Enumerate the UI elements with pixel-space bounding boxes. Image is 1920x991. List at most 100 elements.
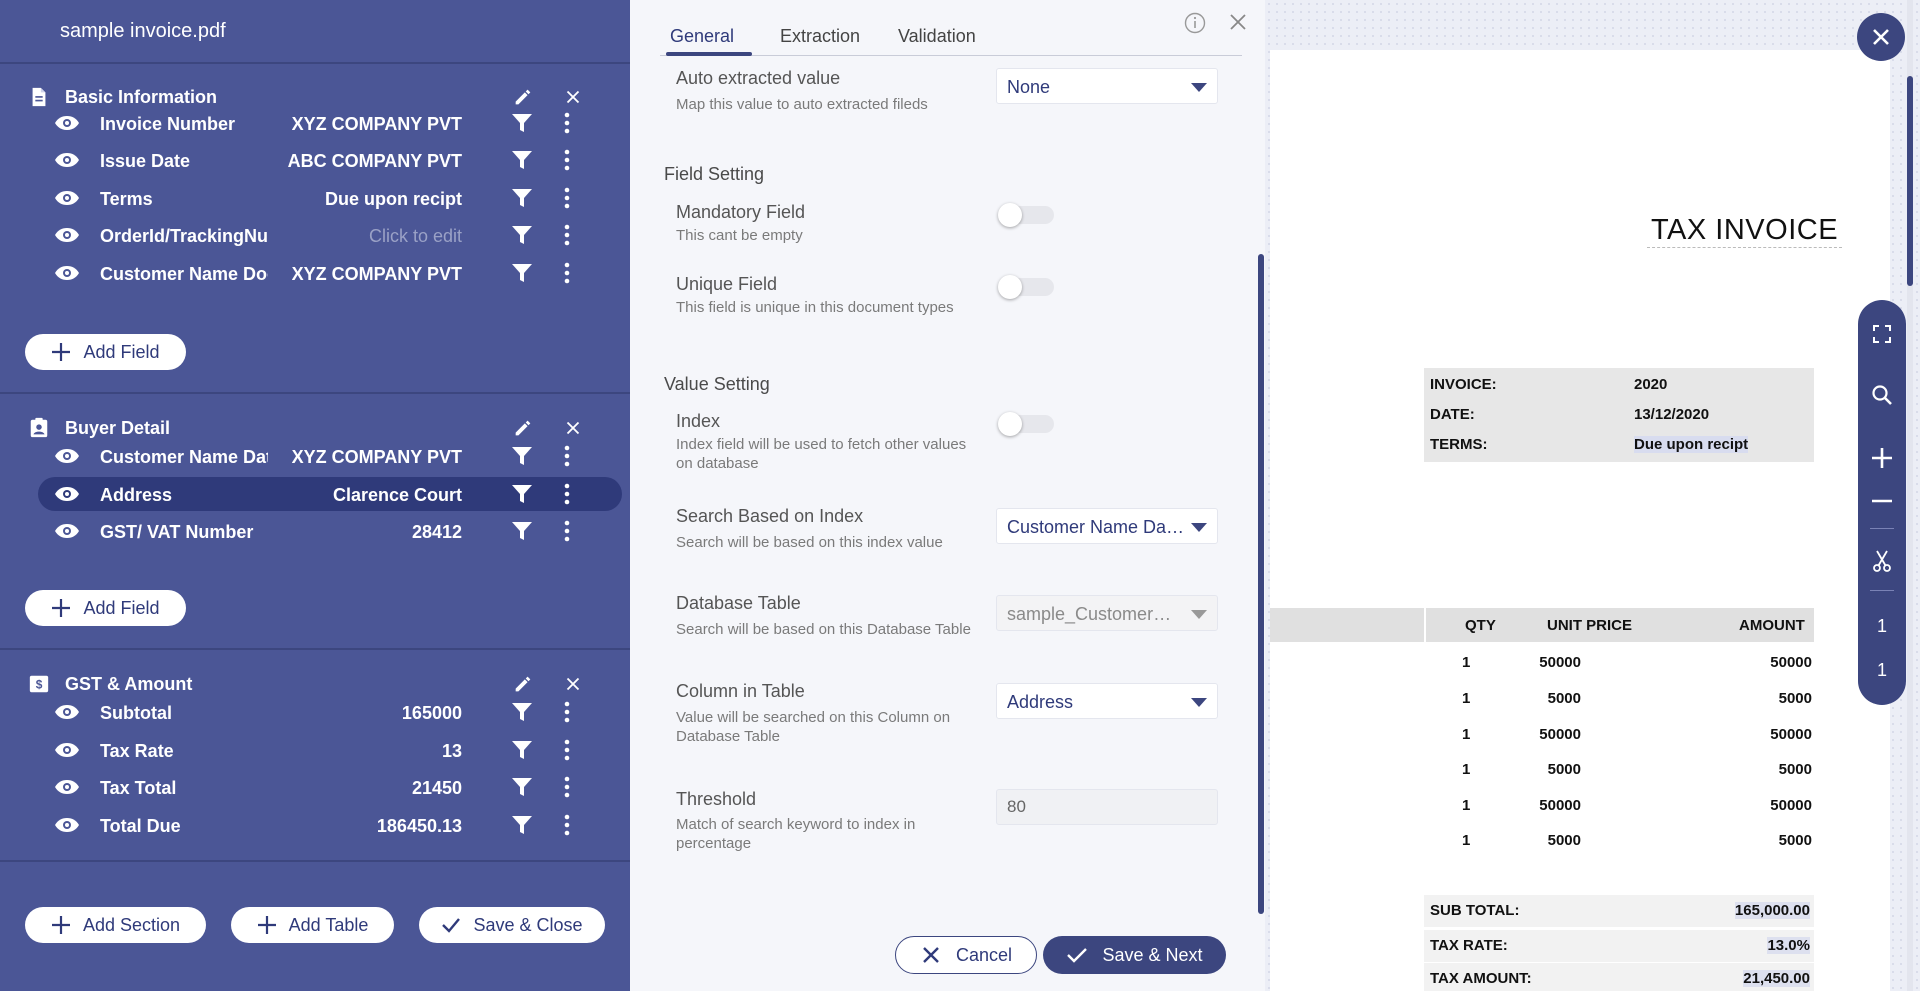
eye-icon[interactable] <box>54 816 80 834</box>
more-options-icon[interactable] <box>562 520 572 542</box>
unique-field-toggle[interactable] <box>998 275 1054 299</box>
page-current[interactable]: 1 <box>1858 611 1906 641</box>
field-row-total-due[interactable]: Total Due 186450.13 <box>38 808 622 842</box>
unit-price-cell[interactable]: 5000 <box>1548 761 1581 778</box>
meta-value[interactable]: 13/12/2020 <box>1634 406 1709 423</box>
more-options-icon[interactable] <box>562 814 572 836</box>
eye-icon[interactable] <box>54 226 80 244</box>
eye-icon[interactable] <box>54 447 80 465</box>
tab-general[interactable]: General <box>670 26 734 47</box>
filter-icon[interactable] <box>512 485 532 503</box>
close-icon[interactable] <box>562 673 584 695</box>
mandatory-field-toggle[interactable] <box>998 203 1054 227</box>
more-options-icon[interactable] <box>562 262 572 284</box>
unit-price-cell[interactable]: 5000 <box>1548 832 1581 849</box>
filter-icon[interactable] <box>512 447 532 465</box>
field-value[interactable]: 21450 <box>412 778 462 799</box>
eye-icon[interactable] <box>54 114 80 132</box>
add-table-button[interactable]: Add Table <box>231 907 394 943</box>
edit-icon[interactable] <box>512 86 534 108</box>
eye-icon[interactable] <box>54 778 80 796</box>
field-value[interactable]: Due upon recipt <box>325 189 462 210</box>
total-value[interactable]: 165,000.00 <box>1734 902 1810 919</box>
field-row-address[interactable]: Address Clarence Court <box>38 477 622 511</box>
qty-cell[interactable]: 1 <box>1462 832 1470 849</box>
field-row-order-id[interactable]: OrderId/TrackingNumber Click to edit <box>38 218 622 252</box>
more-options-icon[interactable] <box>562 483 572 505</box>
qty-cell[interactable]: 1 <box>1462 726 1470 743</box>
field-value[interactable]: 186450.13 <box>377 816 462 837</box>
amount-cell[interactable]: 5000 <box>1779 761 1812 778</box>
close-viewer-button[interactable] <box>1857 13 1905 61</box>
field-row-issue-date[interactable]: Issue Date ABC COMPANY PVT <box>38 143 622 177</box>
tab-validation[interactable]: Validation <box>898 26 976 47</box>
field-value[interactable]: XYZ COMPANY PVT <box>292 114 462 135</box>
field-row-customer-name-document[interactable]: Customer Name Document XYZ COMPANY PVT <box>38 256 622 290</box>
total-value[interactable]: 21,450.00 <box>1743 970 1810 987</box>
filter-icon[interactable] <box>512 703 532 721</box>
unit-price-cell[interactable]: 5000 <box>1548 690 1581 707</box>
search-button[interactable] <box>1858 380 1906 410</box>
eye-icon[interactable] <box>54 522 80 540</box>
field-value[interactable]: XYZ COMPANY PVT <box>292 264 462 285</box>
filter-icon[interactable] <box>512 264 532 282</box>
filter-icon[interactable] <box>512 226 532 244</box>
more-options-icon[interactable] <box>562 739 572 761</box>
amount-cell[interactable]: 50000 <box>1770 726 1812 743</box>
field-row-tax-total[interactable]: Tax Total 21450 <box>38 770 622 804</box>
eye-icon[interactable] <box>54 741 80 759</box>
add-field-button[interactable]: Add Field <box>25 334 186 370</box>
more-options-icon[interactable] <box>562 149 572 171</box>
viewer-scrollbar[interactable] <box>1907 0 1913 991</box>
filter-icon[interactable] <box>512 816 532 834</box>
filter-icon[interactable] <box>512 151 532 169</box>
field-value[interactable]: 28412 <box>412 522 462 543</box>
unit-price-cell[interactable]: 50000 <box>1539 654 1581 671</box>
field-value[interactable]: XYZ COMPANY PVT <box>292 447 462 468</box>
filter-icon[interactable] <box>512 522 532 540</box>
field-row-tax-rate[interactable]: Tax Rate 13 <box>38 733 622 767</box>
threshold-input[interactable] <box>996 789 1218 825</box>
unit-price-cell[interactable]: 50000 <box>1539 797 1581 814</box>
field-value[interactable]: Clarence Court <box>333 485 462 506</box>
field-row-invoice-number[interactable]: Invoice Number XYZ COMPANY PVT <box>38 106 622 140</box>
more-options-icon[interactable] <box>562 187 572 209</box>
qty-cell[interactable]: 1 <box>1462 654 1470 671</box>
amount-cell[interactable]: 5000 <box>1779 832 1812 849</box>
info-icon[interactable] <box>1184 12 1206 34</box>
field-row-terms[interactable]: Terms Due upon recipt <box>38 181 622 215</box>
unit-price-cell[interactable]: 50000 <box>1539 726 1581 743</box>
field-value-placeholder[interactable]: Click to edit <box>369 226 462 247</box>
filter-icon[interactable] <box>512 189 532 207</box>
field-row-gst-vat-number[interactable]: GST/ VAT Number 28412 <box>38 514 622 548</box>
field-value[interactable]: 13 <box>442 741 462 762</box>
more-options-icon[interactable] <box>562 445 572 467</box>
eye-icon[interactable] <box>54 189 80 207</box>
filter-icon[interactable] <box>512 114 532 132</box>
close-icon[interactable] <box>1228 12 1248 32</box>
save-next-button[interactable]: Save & Next <box>1043 936 1226 974</box>
scroll-thumb[interactable] <box>1907 76 1913 286</box>
tab-extraction[interactable]: Extraction <box>780 26 860 47</box>
eye-icon[interactable] <box>54 703 80 721</box>
edit-icon[interactable] <box>512 417 534 439</box>
crop-button[interactable] <box>1858 546 1906 576</box>
eye-icon[interactable] <box>54 485 80 503</box>
add-section-button[interactable]: Add Section <box>25 907 206 943</box>
amount-cell[interactable]: 50000 <box>1770 654 1812 671</box>
qty-cell[interactable]: 1 <box>1462 761 1470 778</box>
field-value[interactable]: 165000 <box>402 703 462 724</box>
add-field-button[interactable]: Add Field <box>25 590 186 626</box>
search-based-select[interactable]: Customer Name Database <box>996 508 1218 544</box>
more-options-icon[interactable] <box>562 776 572 798</box>
auto-extracted-select[interactable]: None <box>996 68 1218 104</box>
meta-value[interactable]: 2020 <box>1634 376 1667 393</box>
settings-scrollbar[interactable] <box>1258 254 1264 914</box>
qty-cell[interactable]: 1 <box>1462 690 1470 707</box>
more-options-icon[interactable] <box>562 224 572 246</box>
filter-icon[interactable] <box>512 778 532 796</box>
more-options-icon[interactable] <box>562 701 572 723</box>
column-in-table-select[interactable]: Address <box>996 683 1218 719</box>
meta-value[interactable]: Due upon recipt <box>1634 436 1749 453</box>
field-row-customer-name-database[interactable]: Customer Name Database XYZ COMPANY PVT <box>38 439 622 473</box>
